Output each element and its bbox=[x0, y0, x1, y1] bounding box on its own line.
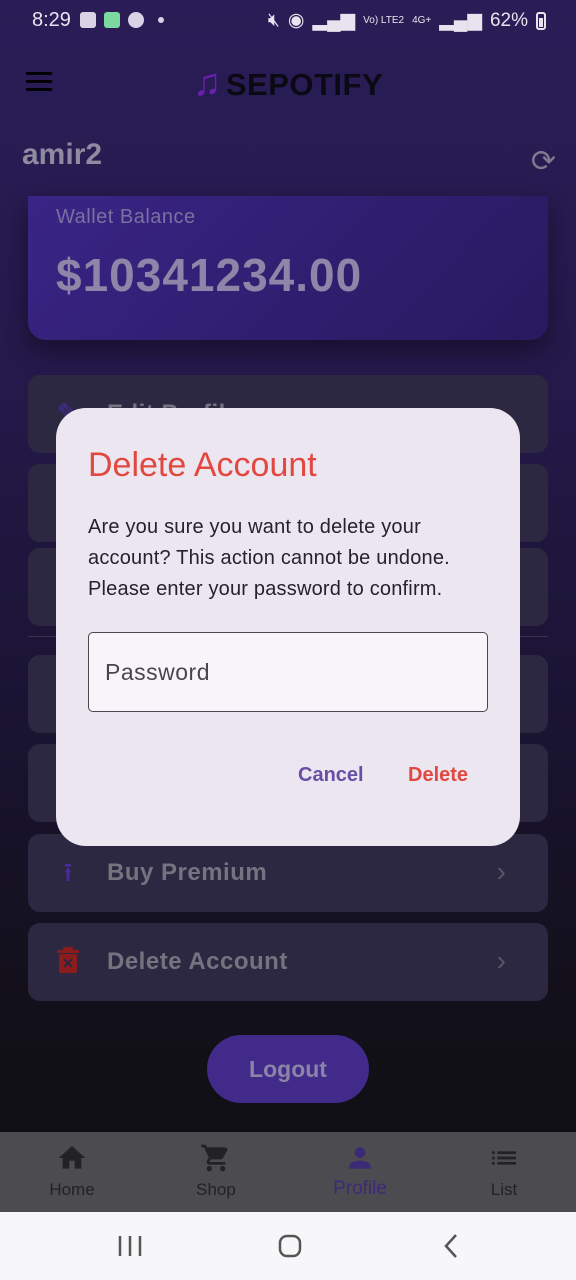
back-icon[interactable] bbox=[432, 1230, 472, 1262]
password-field[interactable] bbox=[88, 632, 488, 712]
home-button-icon[interactable] bbox=[270, 1230, 310, 1262]
delete-button[interactable]: Delete bbox=[402, 758, 474, 793]
delete-account-dialog: Delete Account Are you sure you want to … bbox=[56, 408, 520, 846]
system-navigation-bar bbox=[0, 1212, 576, 1280]
dialog-message: Are you sure you want to delete your acc… bbox=[88, 516, 450, 600]
recent-apps-icon[interactable] bbox=[110, 1230, 150, 1262]
dialog-title: Delete Account bbox=[88, 446, 317, 484]
cancel-button[interactable]: Cancel bbox=[292, 758, 370, 793]
